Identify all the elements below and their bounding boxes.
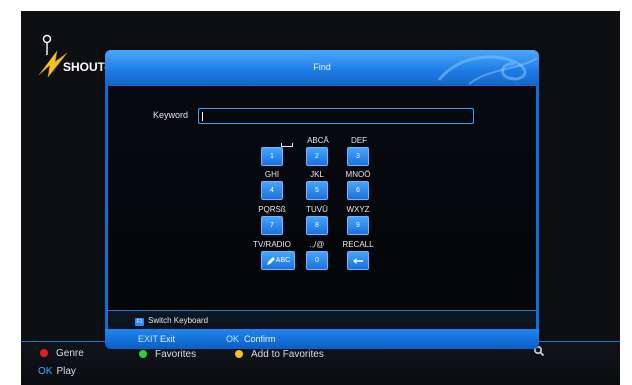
key-abc-text: ABC: [275, 257, 291, 264]
key-recall-label: RECALL: [342, 240, 374, 249]
key-6-letters: MNOÖ: [345, 170, 371, 179]
find-dialog: Find Keyword ABCÄ DEF 1 2 3 GHI JKL MNOÖ…: [105, 50, 539, 349]
key-7-letters: PQRSß: [258, 205, 286, 214]
legend-play-label: Play: [56, 366, 76, 377]
back-arrow-icon: [353, 258, 363, 264]
switch-keyboard-hint[interactable]: F1 Switch Keyboard: [135, 316, 208, 326]
key-1[interactable]: 1: [261, 147, 283, 166]
legend-genre[interactable]: Genre: [40, 348, 84, 359]
exit-label: Exit: [160, 334, 176, 344]
legend-play[interactable]: OK Play: [38, 366, 76, 377]
legend-favorites-label: Favorites: [155, 349, 197, 360]
key-0[interactable]: 0: [306, 251, 328, 270]
dialog-title: Find: [313, 62, 331, 72]
space-bar-icon: [281, 143, 293, 147]
dialog-header: Find: [105, 50, 539, 86]
key-8[interactable]: 8: [306, 216, 328, 235]
legend-genre-label: Genre: [56, 348, 84, 359]
key-tvradio-label: TV/RADIO: [253, 240, 291, 249]
key-abc[interactable]: ABC: [261, 251, 295, 270]
legend-add-favorites-label: Add to Favorites: [251, 349, 324, 360]
app-logo-text: SHOUTc: [63, 60, 111, 74]
key-recall[interactable]: [347, 251, 369, 270]
confirm-label: Confirm: [244, 334, 276, 344]
confirm-button[interactable]: OK Confirm: [226, 334, 276, 344]
ok-key-label: OK: [38, 366, 53, 377]
key-7[interactable]: 7: [261, 216, 283, 235]
keyword-label: Keyword: [153, 110, 189, 120]
key-9[interactable]: 9: [347, 216, 369, 235]
key-6[interactable]: 6: [347, 181, 369, 200]
legend-add-favorites[interactable]: Add to Favorites: [235, 349, 324, 360]
key-5[interactable]: 5: [306, 181, 328, 200]
yellow-button-icon: [235, 350, 243, 358]
f1-key-icon: F1: [135, 318, 144, 326]
ok-key-label: OK: [226, 334, 240, 344]
text-caret: [202, 112, 203, 121]
key-4-letters: GHI: [264, 170, 280, 179]
legend-favorites[interactable]: Favorites: [139, 349, 196, 360]
key-9-letters: WXYZ: [346, 205, 370, 214]
key-2[interactable]: 2: [306, 147, 328, 166]
exit-button[interactable]: EXIT Exit: [138, 334, 175, 344]
green-button-icon: [139, 350, 147, 358]
switch-keyboard-label: Switch Keyboard: [148, 316, 209, 325]
key-3-letters: DEF: [351, 136, 367, 145]
key-3[interactable]: 3: [347, 147, 369, 166]
key-4[interactable]: 4: [261, 181, 283, 200]
exit-key-label: EXIT: [138, 334, 159, 344]
keyword-input[interactable]: [198, 108, 474, 124]
pencil-icon: [267, 257, 275, 265]
red-button-icon: [40, 349, 48, 357]
